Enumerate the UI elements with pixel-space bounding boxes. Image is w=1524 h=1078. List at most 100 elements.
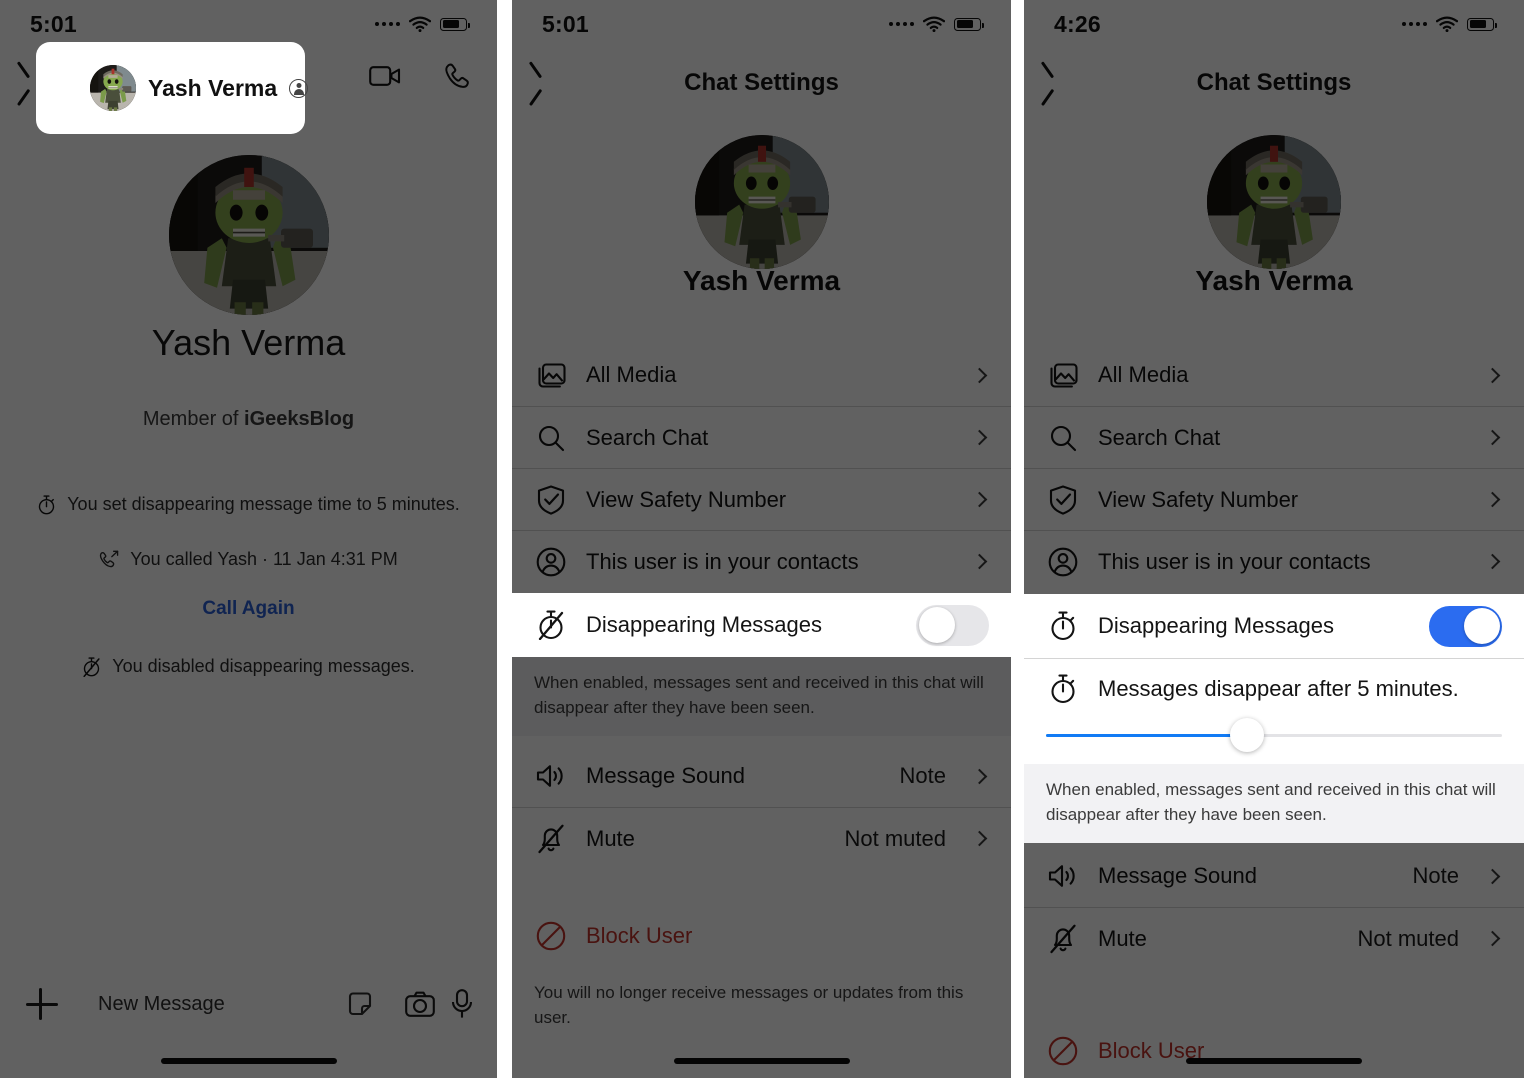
menu-item-label: Search Chat bbox=[1098, 424, 1221, 450]
disappearing-settings-highlight: Disappearing Messages Messages disappear… bbox=[1024, 594, 1524, 844]
call-again-action[interactable]: Call Again bbox=[0, 594, 497, 624]
three-screen-tutorial-figure: 5:01 Yash Verma Member of iGeeksBlog You… bbox=[0, 0, 1524, 1078]
person-circle-icon bbox=[1046, 545, 1080, 579]
page-title: Chat Settings bbox=[684, 69, 839, 96]
menu-item-label: This user is in your contacts bbox=[586, 548, 859, 574]
chat-actions-group-3: All Media Search Chat View Safety Number… bbox=[1024, 344, 1524, 592]
video-camera-icon[interactable] bbox=[369, 64, 401, 88]
outgoing-call-icon bbox=[99, 550, 119, 569]
menu-item-value: Not muted bbox=[844, 825, 947, 851]
system-message: You disabled disappearing messages. bbox=[0, 656, 497, 677]
disappearing-messages-highlight[interactable]: Disappearing Messages bbox=[512, 593, 1011, 657]
disappearing-timer-slider[interactable] bbox=[1024, 718, 1524, 764]
camera-icon[interactable] bbox=[405, 991, 435, 1017]
disappearing-messages-toggle[interactable] bbox=[916, 604, 989, 646]
chevron-right-icon bbox=[1484, 553, 1501, 570]
menu-item-search-chat[interactable]: Search Chat bbox=[512, 406, 1011, 468]
menu-item-label: View Safety Number bbox=[586, 486, 787, 512]
search-icon bbox=[1046, 421, 1080, 455]
menu-item-view-safety-number[interactable]: View Safety Number bbox=[512, 468, 1011, 530]
status-time: 4:26 bbox=[1054, 10, 1101, 37]
speaker-icon bbox=[1046, 859, 1080, 893]
block-user-row[interactable]: Block User bbox=[1024, 1020, 1524, 1078]
home-indicator bbox=[673, 1058, 850, 1064]
disappearing-messages-label: Disappearing Messages bbox=[1098, 613, 1335, 638]
block-user-row[interactable]: Block User bbox=[512, 905, 1011, 967]
menu-item-search-chat[interactable]: Search Chat bbox=[1024, 406, 1524, 468]
status-indicators bbox=[1402, 16, 1497, 32]
status-time: 5:01 bbox=[30, 10, 77, 37]
disappearing-messages-toggle[interactable] bbox=[1429, 605, 1502, 647]
battery-icon bbox=[440, 17, 470, 31]
phone-icon[interactable] bbox=[443, 62, 471, 90]
back-chevron-icon[interactable] bbox=[536, 66, 556, 100]
sticker-icon[interactable] bbox=[347, 991, 373, 1017]
menu-item-view-safety-number[interactable]: View Safety Number bbox=[1024, 468, 1524, 530]
menu-item-mute[interactable]: Mute Not muted bbox=[512, 807, 1011, 869]
chevron-right-icon bbox=[1484, 868, 1501, 884]
disappearing-footnote: When enabled, messages sent and received… bbox=[512, 657, 1011, 737]
shield-check-icon bbox=[534, 483, 568, 517]
stopwatch-icon bbox=[1046, 672, 1080, 706]
menu-item-contact-status[interactable]: This user is in your contacts bbox=[1024, 530, 1524, 592]
stopwatch-off-icon bbox=[82, 657, 101, 677]
chat-call-actions bbox=[369, 62, 471, 90]
settings-navbar-3: Chat Settings bbox=[1024, 48, 1524, 118]
screen-3-disappearing-enabled: 4:26 Chat Settings Yash Verma All Media bbox=[1024, 0, 1524, 1078]
signal-dots-icon bbox=[1402, 22, 1427, 26]
photos-icon bbox=[534, 358, 568, 392]
message-composer: New Message bbox=[0, 974, 497, 1034]
search-icon bbox=[534, 421, 568, 455]
chevron-right-icon bbox=[971, 830, 988, 847]
disappearing-messages-row-highlighted[interactable]: Disappearing Messages bbox=[512, 593, 1011, 657]
block-group-2: Block User You will no longer receive me… bbox=[512, 905, 1011, 1047]
system-message-text: You disabled disappearing messages. bbox=[112, 656, 415, 676]
disappearing-footnote: When enabled, messages sent and received… bbox=[1024, 764, 1524, 844]
menu-item-all-media[interactable]: All Media bbox=[1024, 344, 1524, 406]
menu-item-all-media[interactable]: All Media bbox=[512, 344, 1011, 406]
menu-item-label: Mute bbox=[1098, 925, 1147, 951]
wifi-icon bbox=[1436, 16, 1458, 32]
menu-item-value: Not muted bbox=[1357, 925, 1460, 951]
plus-icon[interactable] bbox=[24, 986, 60, 1022]
status-time: 5:01 bbox=[542, 10, 589, 37]
disappearing-messages-row-highlighted[interactable]: Disappearing Messages bbox=[1024, 594, 1524, 658]
chevron-right-icon bbox=[971, 553, 988, 570]
message-input[interactable]: New Message bbox=[76, 981, 389, 1027]
status-bar-1: 5:01 bbox=[0, 0, 497, 48]
slider-knob[interactable] bbox=[1229, 718, 1264, 752]
contact-name: Yash Verma bbox=[148, 74, 278, 101]
microphone-icon[interactable] bbox=[451, 989, 473, 1019]
block-icon bbox=[534, 919, 568, 953]
profile-name: Yash Verma bbox=[1195, 265, 1353, 296]
menu-item-message-sound[interactable]: Message Sound Note bbox=[1024, 845, 1524, 907]
status-indicators bbox=[375, 16, 470, 32]
menu-item-label: All Media bbox=[1098, 362, 1189, 387]
menu-item-label: Mute bbox=[586, 825, 635, 851]
signal-dots-icon bbox=[889, 22, 914, 26]
member-group-name: iGeeksBlog bbox=[244, 408, 355, 430]
menu-item-contact-status[interactable]: This user is in your contacts bbox=[512, 530, 1011, 592]
chevron-right-icon bbox=[971, 429, 988, 446]
chat-actions-group-2: All Media Search Chat View Safety Number… bbox=[512, 344, 1011, 592]
stopwatch-off-icon bbox=[534, 608, 568, 642]
chevron-right-icon bbox=[971, 491, 988, 508]
person-circle-icon bbox=[534, 545, 568, 579]
bell-slash-icon bbox=[1046, 922, 1080, 956]
back-chevron-icon[interactable] bbox=[1048, 66, 1068, 100]
signal-dots-icon bbox=[375, 22, 400, 26]
system-message: You set disappearing message time to 5 m… bbox=[0, 494, 497, 515]
block-footnote: You will no longer receive messages or u… bbox=[534, 983, 964, 1027]
notifications-group-2: Message Sound Note Mute Not muted bbox=[512, 745, 1011, 869]
profile-avatar bbox=[1207, 135, 1341, 269]
screen-1-chat: 5:01 Yash Verma Member of iGeeksBlog You… bbox=[0, 0, 497, 1078]
status-indicators bbox=[889, 16, 984, 32]
speaker-icon bbox=[534, 759, 568, 793]
menu-item-label: Message Sound bbox=[586, 763, 745, 788]
disappearing-timer-row: Messages disappear after 5 minutes. bbox=[1024, 658, 1524, 718]
menu-item-message-sound[interactable]: Message Sound Note bbox=[512, 745, 1011, 807]
chevron-right-icon bbox=[1484, 930, 1501, 947]
contact-header-highlight[interactable]: Yash Verma bbox=[36, 42, 309, 134]
menu-item-mute[interactable]: Mute Not muted bbox=[1024, 907, 1524, 969]
profile-avatar bbox=[168, 155, 329, 315]
